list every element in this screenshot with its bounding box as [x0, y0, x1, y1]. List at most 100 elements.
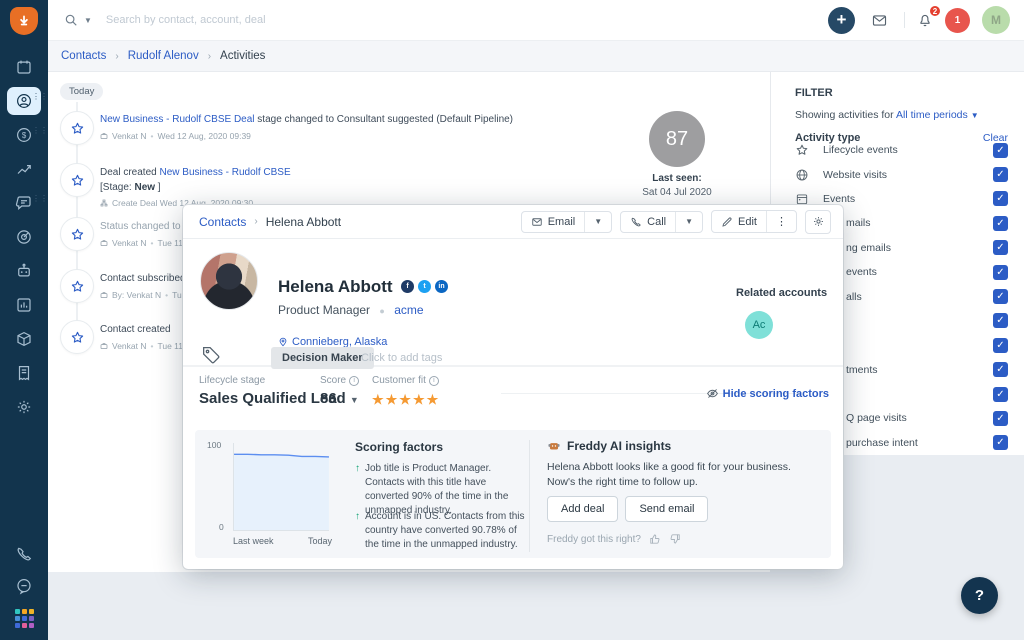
user-avatar[interactable]: M: [982, 6, 1010, 34]
apps-grid-icon[interactable]: [15, 609, 34, 628]
chevron-down-icon[interactable]: ▼: [971, 111, 979, 120]
deal-link[interactable]: New Business - Rudolf CBSE: [159, 167, 290, 178]
email-button[interactable]: Email: [522, 212, 585, 232]
freshworks-logo[interactable]: [10, 7, 38, 35]
hide-scoring-factors-link[interactable]: Hide scoring factors: [706, 387, 829, 400]
divider: [529, 440, 530, 552]
call-button[interactable]: Call: [621, 212, 675, 232]
notifications-bell-icon[interactable]: 2: [917, 12, 933, 28]
breadcrumb-contact-name[interactable]: Rudolf Alenov: [128, 50, 199, 62]
add-deal-button[interactable]: Add deal: [547, 496, 618, 522]
time-period-dropdown[interactable]: All time periods: [896, 109, 968, 121]
breadcrumb: Contacts › Rudolf Alenov › Activities: [48, 40, 1024, 72]
chevron-right-icon: ›: [208, 51, 211, 62]
lifecycle-event-icon: [60, 269, 94, 303]
event-calendar-icon: [795, 192, 810, 206]
related-account-avatar[interactable]: Ac: [745, 311, 773, 339]
account-link[interactable]: acme: [394, 303, 423, 317]
chart-ymax-label: 100: [207, 440, 221, 450]
linkedin-icon[interactable]: in: [435, 280, 448, 293]
invoices-icon[interactable]: [7, 359, 41, 387]
settings-icon[interactable]: [7, 393, 41, 421]
call-dropdown-caret[interactable]: ▼: [675, 212, 702, 232]
checkbox-checked[interactable]: ✓: [993, 167, 1008, 182]
contact-name: Helena Abbott: [278, 277, 393, 297]
thumbs-up-icon[interactable]: [649, 533, 661, 545]
checkbox-checked[interactable]: ✓: [993, 240, 1008, 255]
briefcase-icon: [100, 239, 108, 247]
checkbox-checked[interactable]: ✓: [993, 387, 1008, 402]
phone-icon[interactable]: [15, 545, 33, 563]
deals-icon[interactable]: $⋮⋮: [7, 121, 41, 149]
deal-link[interactable]: New Business - Rudolf CBSE Deal: [100, 114, 255, 125]
more-actions-button[interactable]: ⋮: [766, 211, 796, 232]
search-scope-caret[interactable]: ▼: [84, 16, 92, 25]
timeline-item: Deal created New Business - Rudolf CBSE …: [100, 166, 291, 209]
customer-fit-label: Customer fiti: [372, 375, 439, 386]
contact-photo: [200, 252, 258, 310]
chart-x-label-end: Today: [308, 536, 332, 546]
products-icon[interactable]: [7, 325, 41, 353]
call-split-button: Call ▼: [620, 211, 703, 233]
contacts-icon[interactable]: ⋮⋮: [7, 87, 41, 115]
analytics-icon[interactable]: [7, 155, 41, 183]
breadcrumb-current: Activities: [220, 50, 265, 62]
checkbox-checked[interactable]: ✓: [993, 143, 1008, 158]
checkbox-checked[interactable]: ✓: [993, 362, 1008, 377]
notification-badge: 2: [928, 4, 942, 18]
score-value: 86: [320, 390, 337, 407]
checkbox-checked[interactable]: ✓: [993, 191, 1008, 206]
score-label: Scorei: [320, 375, 359, 386]
tag-decision-maker[interactable]: Decision Maker: [271, 347, 374, 369]
checkbox-checked[interactable]: ✓: [993, 338, 1008, 353]
lifecycle-row: Lifecycle stage Sales Qualified Lead ▼ S…: [183, 367, 843, 425]
checkbox-checked[interactable]: ✓: [993, 313, 1008, 328]
filter-title: FILTER: [795, 87, 833, 99]
contact-summary: Helena Abbott f t in Product Manager ● a…: [183, 239, 843, 365]
timeline-item: Status changed to Qu Venkat N•Tue 11 A: [100, 220, 184, 249]
email-dropdown-caret[interactable]: ▼: [584, 212, 611, 232]
edit-button[interactable]: Edit: [712, 211, 766, 232]
quick-add-button[interactable]: +: [828, 7, 855, 34]
search-input[interactable]: [106, 14, 406, 26]
related-accounts-label: Related accounts: [736, 287, 827, 299]
calendar-icon[interactable]: [7, 53, 41, 81]
eye-slash-icon: [706, 387, 719, 400]
checkbox-checked[interactable]: ✓: [993, 289, 1008, 304]
search-icon[interactable]: [64, 13, 78, 27]
help-button[interactable]: ?: [961, 577, 998, 614]
lifecycle-event-icon: [60, 163, 94, 197]
support-chat-icon[interactable]: [15, 577, 33, 595]
gear-icon[interactable]: [805, 210, 831, 234]
checkbox-checked[interactable]: ✓: [993, 265, 1008, 280]
send-email-button[interactable]: Send email: [625, 496, 708, 522]
globe-icon: [795, 168, 810, 182]
last-seen-label: Last seen:: [609, 173, 745, 184]
checkbox-checked[interactable]: ✓: [993, 411, 1008, 426]
modal-breadcrumb-contacts[interactable]: Contacts: [199, 215, 246, 229]
contact-detail-overlay: Contacts › Helena Abbott Email ▼ Call ▼ …: [183, 205, 843, 569]
checkbox-checked[interactable]: ✓: [993, 435, 1008, 450]
twitter-icon[interactable]: t: [418, 280, 431, 293]
facebook-icon[interactable]: f: [401, 280, 414, 293]
lifecycle-event-icon: [60, 111, 94, 145]
thumbs-down-icon[interactable]: [669, 533, 681, 545]
email-inbox-button[interactable]: [867, 8, 892, 33]
lead-score-circle: 87: [649, 111, 705, 167]
breadcrumb-contacts[interactable]: Contacts: [61, 50, 106, 62]
add-tags-field[interactable]: Click to add tags: [361, 352, 442, 364]
freddy-icon: [547, 439, 561, 453]
chats-icon[interactable]: ⋮⋮: [7, 189, 41, 217]
briefcase-icon: [100, 132, 108, 140]
customer-fit-stars: ★★★★★: [372, 392, 440, 408]
chart-x-label-start: Last week: [233, 536, 274, 546]
last-seen-date: Sat 04 Jul 2020: [609, 187, 745, 198]
target-icon[interactable]: [7, 223, 41, 251]
bot-icon[interactable]: [7, 257, 41, 285]
checkbox-checked[interactable]: ✓: [993, 216, 1008, 231]
reports-icon[interactable]: [7, 291, 41, 319]
alert-counter-badge[interactable]: 1: [945, 8, 970, 33]
briefcase-icon: [100, 342, 108, 350]
insights-box: 100 0 Last week Today Scoring factors ↑ …: [195, 430, 831, 558]
timeline-today-badge: Today: [60, 83, 103, 100]
